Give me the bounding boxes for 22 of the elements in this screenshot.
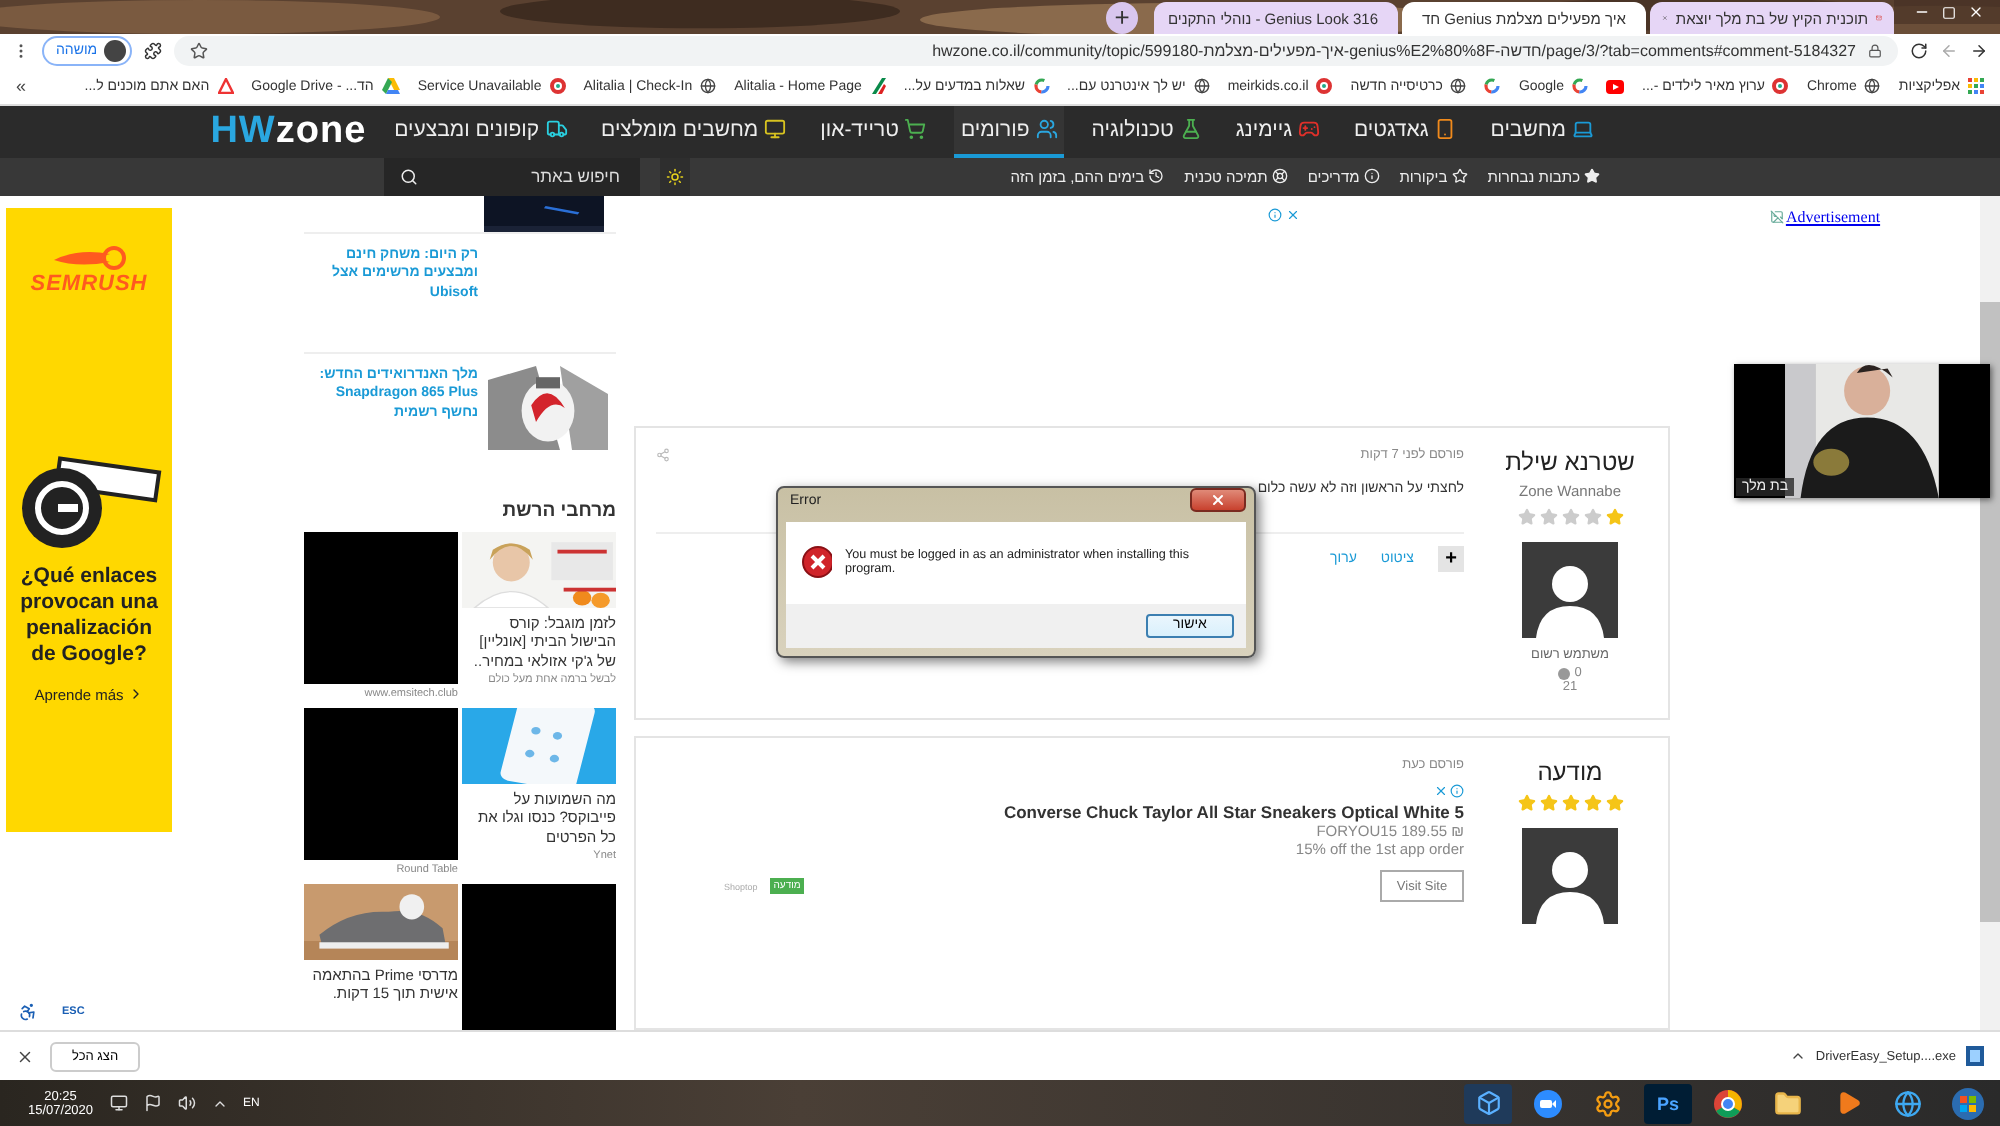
nav-link[interactable]: טכנולוגיה	[1085, 105, 1208, 158]
site-logo[interactable]: HWzone	[210, 109, 367, 154]
nav-link[interactable]: פורומים	[954, 105, 1064, 158]
author-name[interactable]: מודעה	[1537, 758, 1603, 787]
add-button[interactable]: +	[1438, 546, 1464, 573]
nav-link[interactable]: גאדגטים	[1348, 105, 1463, 158]
nav-link[interactable]: טרייד-און	[814, 105, 933, 158]
advertisement-link[interactable]: Advertisement	[1769, 207, 1881, 226]
more-bookmarks[interactable]: »	[16, 76, 27, 97]
search-field[interactable]: חיפוש באתר	[384, 157, 640, 196]
nav-link[interactable]: מחשבים מומלצים	[595, 105, 793, 158]
nav-link[interactable]: גיימינג	[1229, 105, 1327, 158]
author-name[interactable]: שטרנא שילת	[1505, 448, 1635, 477]
taskbar-button[interactable]: Ps	[1644, 1083, 1692, 1124]
ad-title[interactable]: Converse Chuck Taylor All Star Sneakers Optical White 5	[656, 802, 1464, 823]
search-input[interactable]: חיפוש באתר	[456, 164, 624, 189]
ad-headline: ¿Qué enlaces provocan una penalización de Google?	[18, 563, 160, 668]
address-bar[interactable]: hwzone.co.il/community/topic/599180-איך-מפעילים-מצלמת-genius%E2%80%8F-חדשה/page/3/?tab=comments#comment-5184327	[173, 36, 1898, 67]
nav-link[interactable]: מחשבים	[1484, 105, 1600, 158]
nav-link[interactable]: קופונים ומבצעים	[388, 105, 574, 158]
brand-name: SEMRUSH	[30, 271, 148, 296]
section-title: מרחבי הרשת	[500, 499, 616, 522]
